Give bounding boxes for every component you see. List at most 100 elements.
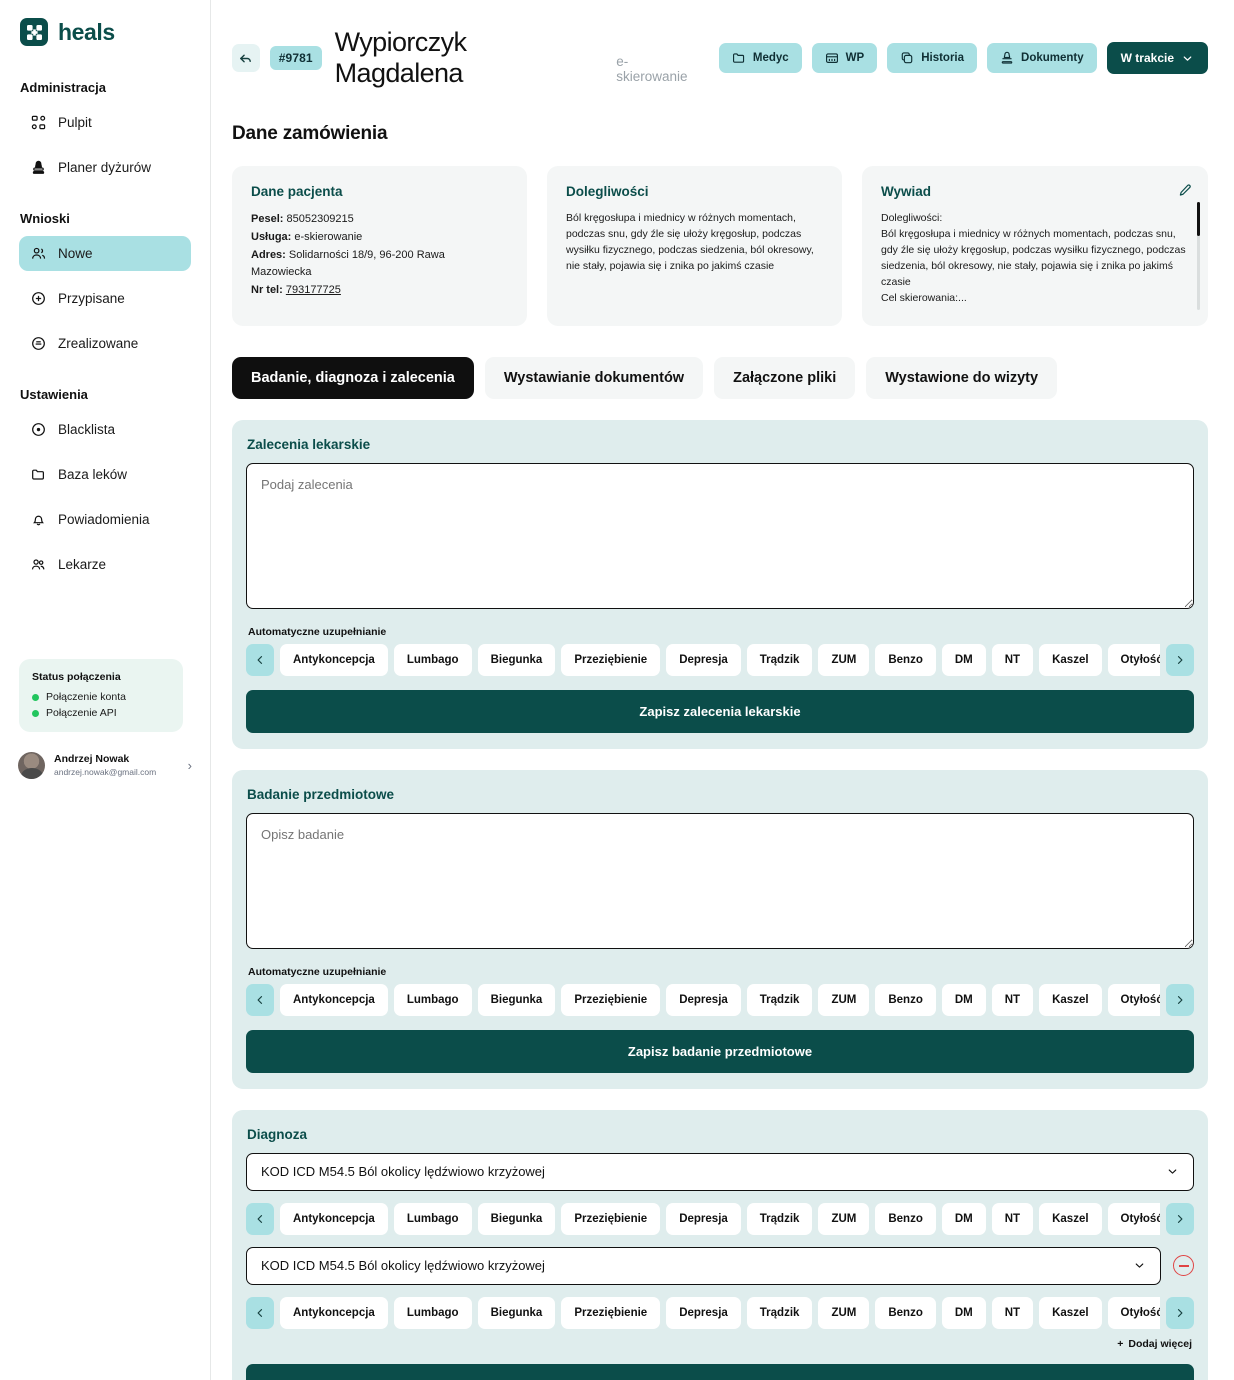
chip-przeziebienie[interactable]: Przeziębienie [561, 1296, 661, 1329]
tab-badanie-diagnoza-zalecenia[interactable]: Badanie, diagnoza i zalecenia [232, 356, 474, 399]
chip-lumbago[interactable]: Lumbago [393, 983, 472, 1016]
plus-circle-icon [30, 290, 47, 307]
chevron-right-icon[interactable]: › [188, 758, 192, 773]
connection-status-title: Status połączenia [32, 671, 121, 683]
chip-dm[interactable]: DM [941, 1296, 986, 1329]
chip-zum[interactable]: ZUM [818, 983, 870, 1016]
chevron-right-icon[interactable] [1166, 1296, 1194, 1329]
chip-biegunka[interactable]: Biegunka [477, 1202, 556, 1235]
chip-lumbago[interactable]: Lumbago [393, 1296, 472, 1329]
chip-nt[interactable]: NT [991, 1296, 1034, 1329]
status-dropdown[interactable]: W trakcie [1106, 42, 1208, 74]
chip-lumbago[interactable]: Lumbago [393, 643, 472, 676]
icd-select-1[interactable]: KOD ICD M54.5 Ból okolicy lędźwiowo krzy… [246, 1152, 1194, 1191]
sidebar-item-zrealizowane[interactable]: Zrealizowane [19, 326, 191, 361]
chip-tradzik[interactable]: Trądzik [746, 1202, 813, 1235]
back-arrow-icon[interactable] [232, 44, 260, 72]
chip-dm[interactable]: DM [941, 1202, 986, 1235]
chevron-right-icon[interactable] [1166, 1202, 1194, 1235]
chip-benzo[interactable]: Benzo [875, 1202, 936, 1235]
sidebar-item-label: Planer dyżurów [58, 160, 152, 175]
save-examination-button[interactable]: Zapisz badanie przedmiotowe [246, 1029, 1194, 1073]
minus-circle-icon[interactable] [1173, 1255, 1194, 1277]
chip-dm[interactable]: DM [941, 983, 986, 1016]
chip-biegunka[interactable]: Biegunka [477, 643, 556, 676]
chevron-right-icon[interactable] [1166, 983, 1194, 1016]
chip-dm[interactable]: DM [941, 643, 986, 676]
interview-scrollbar-thumb[interactable] [1197, 202, 1200, 236]
chip-kaszel[interactable]: Kaszel [1039, 643, 1102, 676]
chip-biegunka[interactable]: Biegunka [477, 1296, 556, 1329]
phone-link[interactable]: 793177725 [286, 284, 341, 296]
chevron-right-icon[interactable] [1166, 643, 1194, 676]
chip-antykoncepcja[interactable]: Antykoncepcja [280, 983, 388, 1016]
sidebar-item-przypisane[interactable]: Przypisane [19, 281, 191, 316]
service-type-label: e-skierowanie [616, 54, 688, 84]
medyc-button[interactable]: Medyc [718, 43, 802, 73]
chip-depresja[interactable]: Depresja [666, 983, 741, 1016]
add-more-button[interactable]: + Dodaj więcej [246, 1338, 1194, 1350]
chip-zum[interactable]: ZUM [818, 1296, 870, 1329]
save-diagnosis-button[interactable]: Zapisz diagnoze [246, 1363, 1194, 1380]
status-dot-icon [32, 693, 39, 701]
chip-depresja[interactable]: Depresja [666, 1296, 741, 1329]
chip-depresja[interactable]: Depresja [666, 643, 741, 676]
historia-button[interactable]: Historia [887, 43, 978, 73]
chip-otylosc[interactable]: Otyłość [1107, 643, 1160, 676]
chip-biegunka[interactable]: Biegunka [477, 983, 556, 1016]
ailments-card: Dolegliwości Ból kręgosłupa i miednicy w… [547, 166, 842, 326]
chip-zum[interactable]: ZUM [818, 643, 870, 676]
interview-scrollbar[interactable] [1197, 202, 1200, 310]
chip-kaszel[interactable]: Kaszel [1039, 983, 1102, 1016]
recommendations-textarea[interactable] [246, 462, 1194, 609]
chip-nt[interactable]: NT [991, 643, 1034, 676]
chip-otylosc[interactable]: Otyłość [1107, 1202, 1160, 1235]
sidebar-item-blacklista[interactable]: Blacklista [19, 412, 191, 447]
tab-wystawione-do-wizyty[interactable]: Wystawione do wizyty [866, 356, 1058, 399]
folder-icon [30, 466, 47, 483]
chip-nt[interactable]: NT [991, 1202, 1034, 1235]
edit-pencil-icon[interactable] [1177, 183, 1192, 203]
user-profile[interactable]: Andrzej Nowak andrzej.nowak@gmail.com › [18, 752, 192, 779]
chip-przeziebienie[interactable]: Przeziębienie [561, 1202, 661, 1235]
chevron-left-icon[interactable] [246, 983, 274, 1016]
sidebar-item-label: Nowe [58, 246, 93, 261]
chip-przeziebienie[interactable]: Przeziębienie [561, 643, 661, 676]
chip-zum[interactable]: ZUM [818, 1202, 870, 1235]
chip-tradzik[interactable]: Trądzik [746, 643, 813, 676]
brand[interactable]: heals [0, 0, 210, 46]
sidebar-item-lekarze[interactable]: Lekarze [19, 547, 191, 582]
sidebar-item-planer-dyzurow[interactable]: Planer dyżurów [19, 150, 191, 185]
chip-antykoncepcja[interactable]: Antykoncepcja [280, 643, 388, 676]
icd-select-2[interactable]: KOD ICD M54.5 Ból okolicy lędźwiowo krzy… [246, 1246, 1161, 1285]
save-recommendations-button[interactable]: Zapisz zalecenia lekarskie [246, 689, 1194, 733]
chip-przeziebienie[interactable]: Przeziębienie [561, 983, 661, 1016]
sidebar-item-pulpit[interactable]: Pulpit [19, 105, 191, 140]
chip-lumbago[interactable]: Lumbago [393, 1202, 472, 1235]
sidebar-item-powiadomienia[interactable]: Powiadomienia [19, 502, 191, 537]
chip-otylosc[interactable]: Otyłość [1107, 983, 1160, 1016]
chip-antykoncepcja[interactable]: Antykoncepcja [280, 1202, 388, 1235]
chip-tradzik[interactable]: Trądzik [746, 1296, 813, 1329]
chevron-left-icon[interactable] [246, 1296, 274, 1329]
sidebar-item-nowe[interactable]: Nowe [19, 236, 191, 271]
wp-button[interactable]: WP [811, 43, 878, 73]
chevron-left-icon[interactable] [246, 643, 274, 676]
chip-benzo[interactable]: Benzo [875, 1296, 936, 1329]
chip-kaszel[interactable]: Kaszel [1039, 1296, 1102, 1329]
dokumenty-button[interactable]: Dokumenty [987, 43, 1097, 73]
chip-benzo[interactable]: Benzo [875, 983, 936, 1016]
chip-tradzik[interactable]: Trądzik [746, 983, 813, 1016]
tab-wystawianie-dokumentow[interactable]: Wystawianie dokumentów [484, 356, 704, 399]
examination-textarea[interactable] [246, 812, 1194, 949]
chevron-left-icon[interactable] [246, 1202, 274, 1235]
status-item-label: Połączenie API [46, 707, 117, 719]
chip-kaszel[interactable]: Kaszel [1039, 1202, 1102, 1235]
chip-benzo[interactable]: Benzo [875, 643, 936, 676]
chip-nt[interactable]: NT [991, 983, 1034, 1016]
sidebar-item-baza-lekow[interactable]: Baza leków [19, 457, 191, 492]
chip-depresja[interactable]: Depresja [666, 1202, 741, 1235]
chip-otylosc[interactable]: Otyłość [1107, 1296, 1160, 1329]
chip-antykoncepcja[interactable]: Antykoncepcja [280, 1296, 388, 1329]
tab-zalaczone-pliki[interactable]: Załączone pliki [714, 356, 856, 399]
